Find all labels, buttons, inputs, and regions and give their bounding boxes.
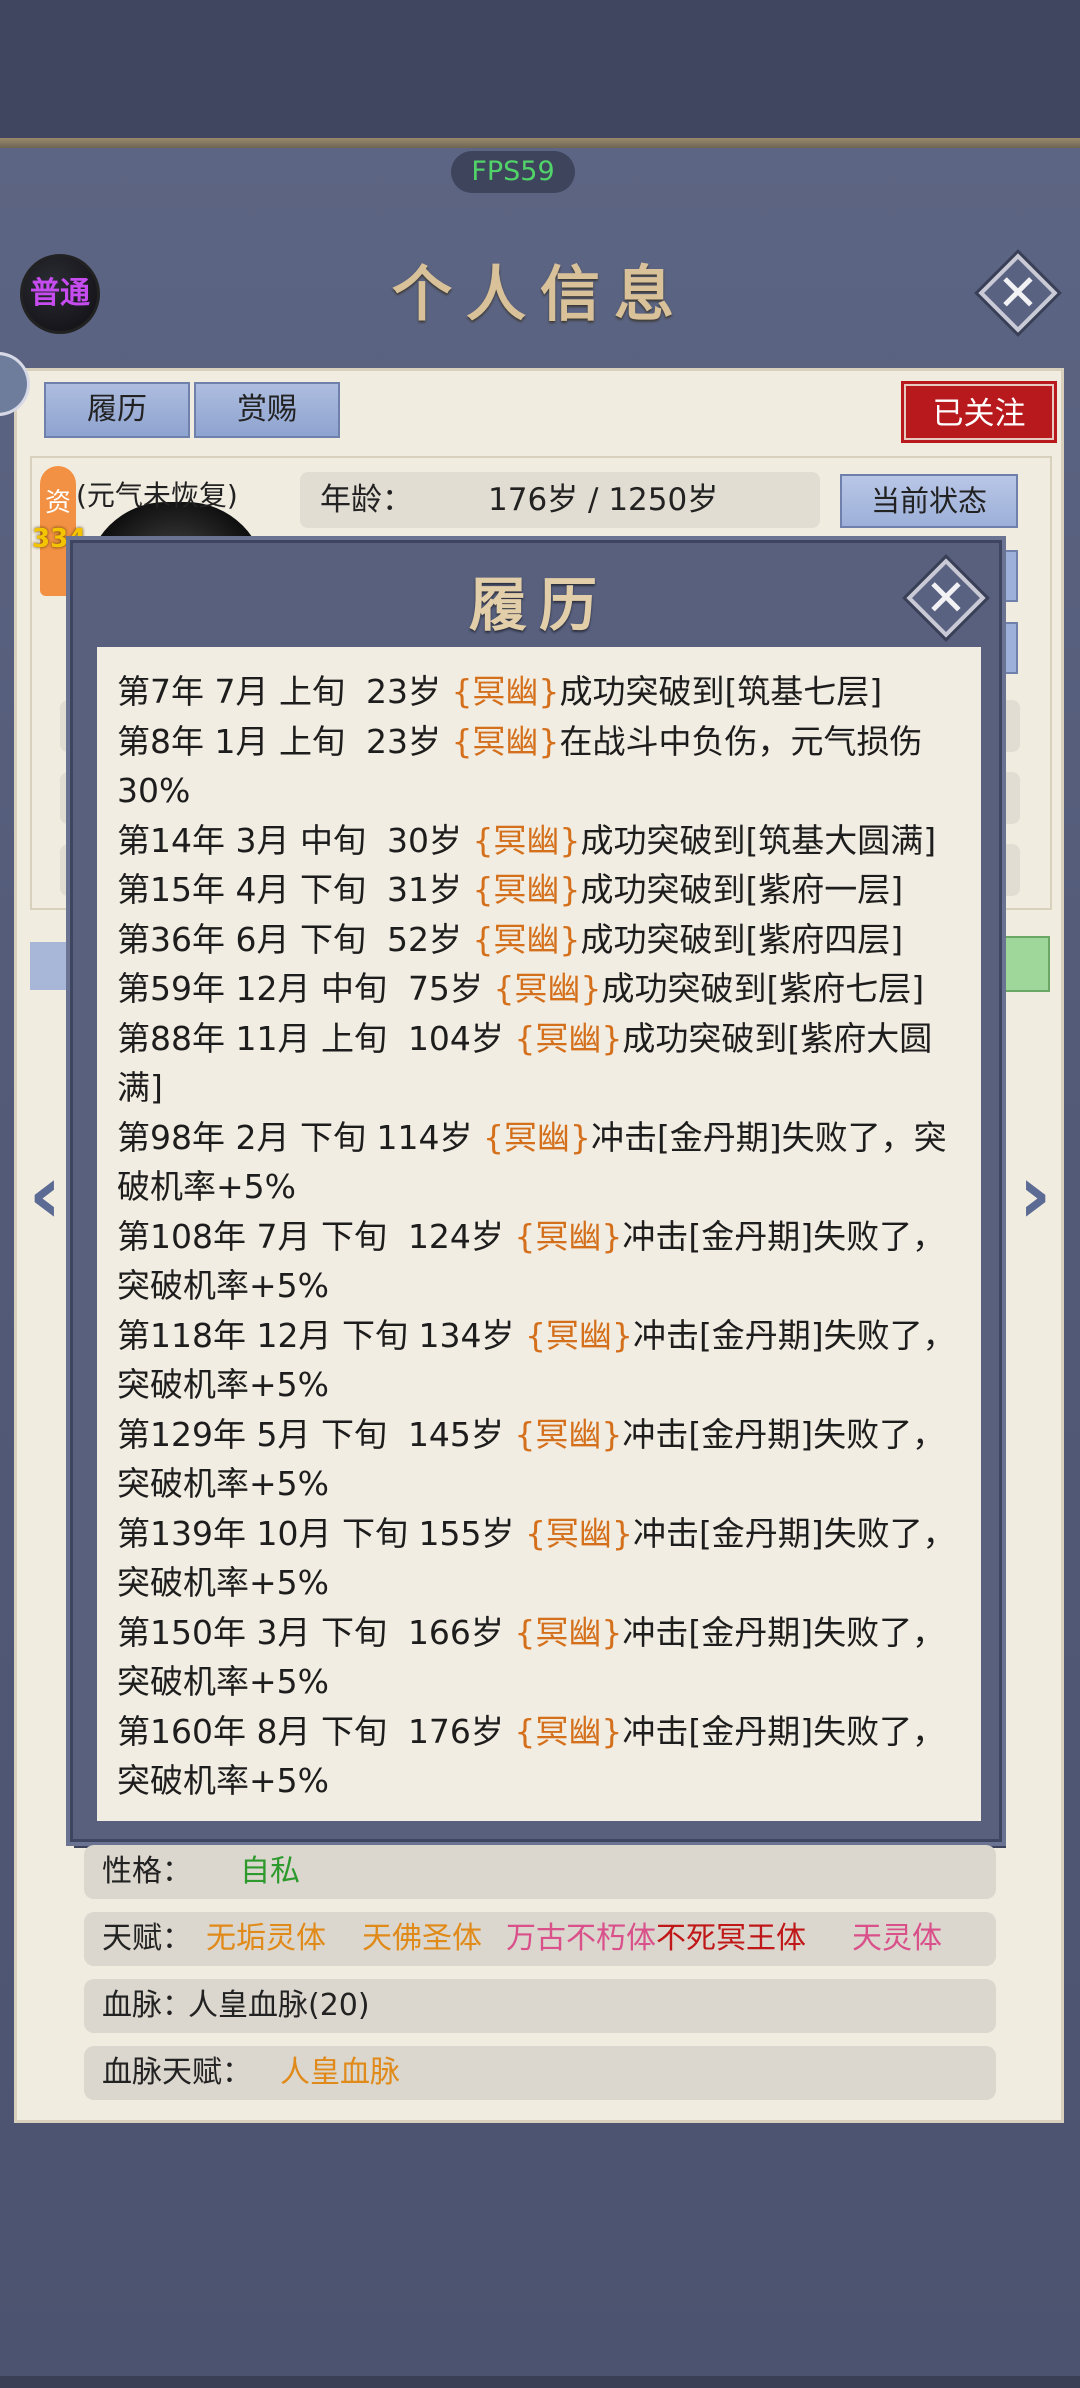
log-entry: 第108年 7月 下旬 124岁 {冥幽}冲击[金丹期]失败了，突破机率+5% [117, 1216, 946, 1306]
bottom-edge [0, 2376, 1080, 2388]
vitality-note: (元气未恢复) [76, 479, 238, 512]
age-value: 176岁 / 1250岁 [488, 482, 719, 518]
tab-history[interactable]: 履历 [44, 382, 190, 438]
log-entry: 第98年 2月 下旬 114岁 {冥幽}冲击[金丹期]失败了，突破机率+5% [117, 1117, 947, 1207]
log-entry: 第36年 6月 下旬 52岁 {冥幽}成功突破到[紫府四层] [117, 919, 904, 959]
age-label: 年龄： [320, 482, 413, 518]
age-row: 年龄： 176岁 / 1250岁 [300, 472, 820, 528]
next-arrow-icon[interactable]: › [1010, 1150, 1060, 1240]
bloodline-talent-row: 血脉天赋： 人皇血脉 [84, 2046, 996, 2100]
bloodline-talent-value[interactable]: 人皇血脉 [280, 2046, 400, 2100]
bloodline-talent-label: 血脉天赋： [102, 2055, 252, 2090]
top-bar [0, 0, 1080, 142]
log-entry: 第8年 1月 上旬 23岁 {冥幽}在战斗中负伤，元气损伤30% [117, 721, 923, 811]
close-icon: ✕ [925, 569, 967, 627]
bloodline-value: 人皇血脉(20) [188, 1988, 370, 2023]
log-entry: 第14年 3月 中旬 30岁 {冥幽}成功突破到[筑基大圆满] [117, 820, 937, 860]
log-entry: 第88年 11月 上旬 104岁 {冥幽}成功突破到[紫府大圆满] [117, 1018, 933, 1108]
personality-row: 性格： 自私 [84, 1845, 996, 1899]
talent-item[interactable]: 无垢灵体 [206, 1912, 326, 1966]
prev-arrow-icon[interactable]: ‹ [20, 1150, 70, 1240]
talent-item[interactable]: 万古不朽体 [506, 1912, 656, 1966]
close-icon: ✕ [997, 264, 1039, 322]
top-bar-edge [0, 138, 1080, 148]
talents-label: 天赋： [102, 1921, 192, 1956]
close-page-button[interactable]: ✕ [978, 253, 1058, 333]
bloodline-label: 血脉： [102, 1988, 192, 2023]
tab-rewards[interactable]: 赏赐 [194, 382, 340, 438]
log-entry: 第15年 4月 下旬 31岁 {冥幽}成功突破到[紫府一层] [117, 870, 904, 909]
talents-row: 天赋： 无垢灵体 天佛圣体 万古不朽体 不死冥王体 天灵体 [84, 1912, 996, 1966]
log-entry: 第150年 3月 下旬 166岁 {冥幽}冲击[金丹期]失败了，突破机率+5% [117, 1612, 946, 1702]
log-entry: 第160年 8月 下旬 176岁 {冥幽}冲击[金丹期]失败了，突破机率+5% [117, 1711, 946, 1801]
rarity-badge: 普通 [20, 254, 100, 334]
log-entry: 第59年 12月 中旬 75岁 {冥幽}成功突破到[紫府七层] [117, 969, 925, 1008]
page-title: 个人信息 [392, 260, 688, 330]
history-log[interactable]: 第7年 7月 上旬 23岁 {冥幽}成功突破到[筑基七层] 第8年 1月 上旬 … [97, 647, 981, 1821]
history-modal: 履历 ✕ 第7年 7月 上旬 23岁 {冥幽}成功突破到[筑基七层] 第8年 1… [70, 540, 1002, 1842]
bloodline-row: 血脉： 人皇血脉(20) [84, 1979, 996, 2033]
fps-counter: FPS59 [451, 151, 575, 193]
log-entry: 第139年 10月 下旬 155岁 {冥幽}冲击[金丹期]失败了，突破机率+5% [117, 1513, 956, 1603]
followed-button[interactable]: 已关注 [904, 384, 1054, 440]
talent-item[interactable]: 不死冥王体 [656, 1912, 806, 1966]
log-entry: 第7年 7月 上旬 23岁 {冥幽}成功突破到[筑基七层] [117, 672, 883, 711]
close-modal-button[interactable]: ✕ [906, 558, 986, 638]
current-status-button[interactable]: 当前状态 [840, 474, 1018, 528]
personality-label: 性格： [102, 1854, 192, 1889]
talent-item[interactable]: 天佛圣体 [362, 1912, 482, 1966]
log-entry: 第129年 5月 下旬 145岁 {冥幽}冲击[金丹期]失败了，突破机率+5% [117, 1414, 946, 1504]
modal-title: 履历 [468, 571, 609, 639]
personality-value: 自私 [240, 1854, 300, 1889]
talent-item[interactable]: 天灵体 [852, 1912, 942, 1966]
log-entry: 第118年 12月 下旬 134岁 {冥幽}冲击[金丹期]失败了，突破机率+5% [117, 1315, 956, 1405]
